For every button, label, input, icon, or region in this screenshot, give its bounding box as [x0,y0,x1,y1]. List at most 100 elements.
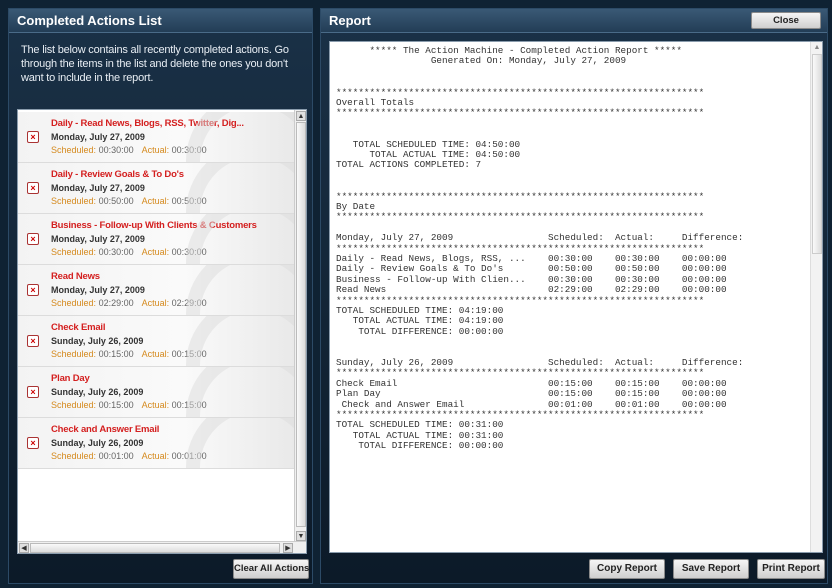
item-title: Read News [51,271,100,282]
scheduled-label: Scheduled: [51,247,97,257]
item-times: Scheduled: 00:15:00 Actual: 00:15:00 [51,400,207,410]
print-report-button[interactable]: Print Report [757,559,825,579]
scroll-right-icon[interactable]: ▶ [283,543,293,553]
report-line [336,119,808,129]
completed-actions-panel: Completed Actions List The list below co… [8,8,313,584]
scheduled-label: Scheduled: [51,400,97,410]
item-times: Scheduled: 02:29:00 Actual: 02:29:00 [51,298,207,308]
item-title: Check and Answer Email [51,424,160,435]
item-times: Scheduled: 00:30:00 Actual: 00:30:00 [51,145,207,155]
completed-actions-title: Completed Actions List [9,9,312,33]
actual-value: 00:30:00 [171,247,207,257]
actual-label: Actual: [141,298,170,308]
scheduled-value: 00:15:00 [98,349,134,359]
report-line: ****************************************… [336,190,705,202]
item-times: Scheduled: 00:01:00 Actual: 00:01:00 [51,451,207,461]
report-line: Generated On: Monday, July 27, 2009 [336,55,627,67]
item-date: Monday, July 27, 2009 [51,183,145,193]
list-items: × Daily - Read News, Blogs, RSS, Twitter,… [18,112,294,469]
scheduled-label: Scheduled: [51,349,97,359]
list-item[interactable]: × Read News Monday, July 27, 2009 Scheduled… [18,265,294,316]
list-item[interactable]: × Plan Day Sunday, July 26, 2009 Scheduled:… [18,367,294,418]
actual-value: 02:29:00 [171,298,207,308]
scheduled-label: Scheduled: [51,298,97,308]
scheduled-value: 00:01:00 [98,451,134,461]
report-line [336,171,808,181]
actual-value: 00:50:00 [171,196,207,206]
actual-value: 00:15:00 [171,349,207,359]
scheduled-value: 00:30:00 [98,145,134,155]
copy-report-button[interactable]: Copy Report [589,559,665,579]
actual-label: Actual: [141,400,170,410]
scheduled-value: 00:15:00 [98,400,134,410]
scheduled-value: 02:29:00 [98,298,134,308]
scheduled-value: 00:30:00 [98,247,134,257]
delete-icon[interactable]: × [27,284,39,296]
list-item[interactable]: × Business - Follow-up With Clients & Cus… [18,214,294,265]
list-item[interactable]: × Check Email Sunday, July 26, 2009 Schedul… [18,316,294,367]
item-title: Check Email [51,322,106,333]
actual-label: Actual: [141,145,170,155]
close-button[interactable]: Close [751,12,821,29]
scroll-up-icon[interactable]: ▲ [296,111,306,121]
actions-list[interactable]: × Daily - Read News, Blogs, RSS, Twitter,… [17,109,307,554]
scroll-down-icon[interactable]: ▼ [296,531,306,541]
scheduled-label: Scheduled: [51,451,97,461]
actual-label: Actual: [141,349,170,359]
actual-value: 00:01:00 [171,451,207,461]
scheduled-label: Scheduled: [51,196,97,206]
report-scrollbar[interactable]: ▲ [810,42,822,552]
item-times: Scheduled: 00:15:00 Actual: 00:15:00 [51,349,207,359]
delete-icon[interactable]: × [27,182,39,194]
horizontal-scrollbar[interactable]: ◀ ▶ [18,541,306,553]
report-line: TOTAL ACTIONS COMPLETED: 7 [336,159,482,171]
report-line: TOTAL DIFFERENCE: 00:00:00 [336,440,504,452]
delete-icon[interactable]: × [27,233,39,245]
item-times: Scheduled: 00:50:00 Actual: 00:50:00 [51,196,207,206]
delete-icon[interactable]: × [27,386,39,398]
item-date: Sunday, July 26, 2009 [51,438,144,448]
item-times: Scheduled: 00:30:00 Actual: 00:30:00 [51,247,207,257]
clear-all-actions-button[interactable]: Clear All Actions [233,559,309,579]
delete-icon[interactable]: × [27,131,39,143]
intro-text: The list below contains all recently com… [21,44,289,84]
report-textarea[interactable]: ***** The Action Machine - Completed Act… [329,41,823,553]
item-title: Daily - Read News, Blogs, RSS, Twitter, … [51,118,244,129]
delete-icon[interactable]: × [27,437,39,449]
report-header: Report Close [321,9,827,33]
actual-label: Actual: [141,196,170,206]
actual-value: 00:30:00 [171,145,207,155]
item-date: Sunday, July 26, 2009 [51,387,144,397]
scheduled-label: Scheduled: [51,145,97,155]
report-line [336,67,808,77]
item-title: Daily - Review Goals & To Do's [51,169,184,180]
item-date: Monday, July 27, 2009 [51,132,145,142]
scroll-left-icon[interactable]: ◀ [19,543,29,553]
vertical-scrollbar[interactable]: ▲ ▼ [294,110,306,542]
delete-icon[interactable]: × [27,335,39,347]
list-item[interactable]: × Check and Answer Email Sunday, July 26, … [18,418,294,469]
report-line [336,337,808,347]
report-scroll-up-icon[interactable]: ▲ [812,43,822,53]
item-date: Sunday, July 26, 2009 [51,336,144,346]
report-text: ***** The Action Machine - Completed Act… [336,46,808,452]
item-title: Plan Day [51,373,90,384]
item-date: Monday, July 27, 2009 [51,285,145,295]
save-report-button[interactable]: Save Report [673,559,749,579]
report-line: ****************************************… [336,211,705,223]
item-date: Monday, July 27, 2009 [51,234,145,244]
actual-value: 00:15:00 [171,400,207,410]
list-item[interactable]: × Daily - Read News, Blogs, RSS, Twitter,… [18,112,294,163]
report-line: TOTAL DIFFERENCE: 00:00:00 [336,325,504,337]
report-line: ****************************************… [336,107,705,119]
report-scroll-thumb[interactable] [812,54,822,254]
hscroll-thumb[interactable] [30,543,280,553]
report-panel: Report Close ***** The Action Machine - … [320,8,828,584]
list-item[interactable]: × Daily - Review Goals & To Do's Monday, J… [18,163,294,214]
report-title: Report [329,13,371,28]
scroll-thumb[interactable] [296,122,306,527]
actual-label: Actual: [141,247,170,257]
item-title: Business - Follow-up With Clients & Cust… [51,220,257,231]
actual-label: Actual: [141,451,170,461]
scheduled-value: 00:50:00 [98,196,134,206]
